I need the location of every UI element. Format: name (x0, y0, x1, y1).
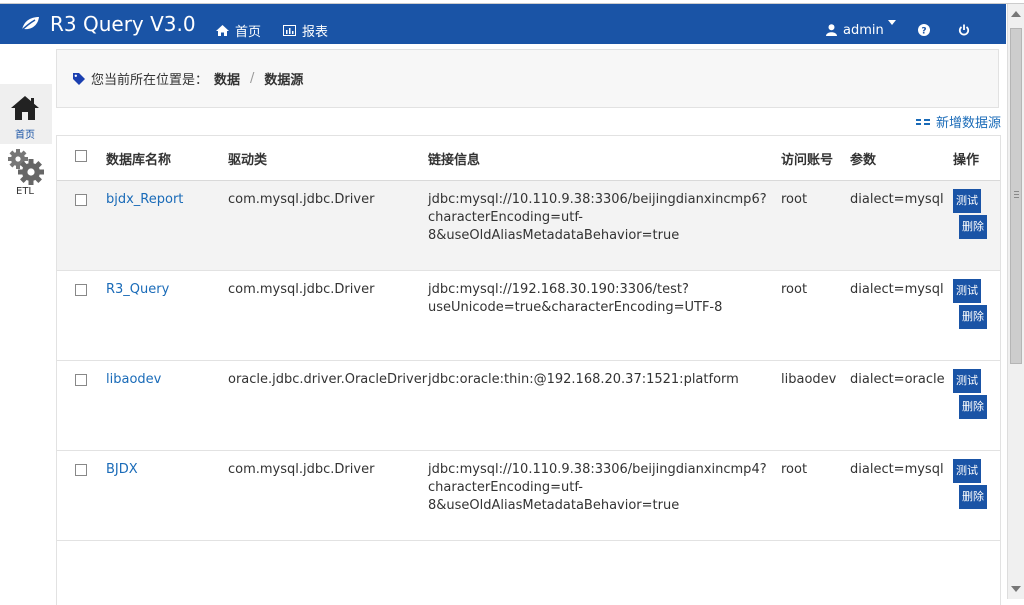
table-row: bjdx_Report com.mysql.jdbc.Driver jdbc:m… (57, 180, 1000, 271)
col-header-url: 链接信息 (428, 136, 781, 181)
sidebar-item-etl[interactable]: ETL (0, 148, 50, 208)
url-cell: jdbc:mysql://10.110.9.38:3306/beijingdia… (428, 450, 781, 541)
row-checkbox[interactable] (75, 464, 87, 476)
list-icon (915, 118, 930, 125)
url-cell: jdbc:mysql://10.110.9.38:3306/beijingdia… (428, 180, 781, 271)
scroll-up-arrow-icon[interactable] (1011, 11, 1021, 17)
col-header-driver: 驱动类 (228, 136, 428, 181)
table-row: BJDX com.mysql.jdbc.Driver jdbc:mysql://… (57, 450, 1000, 541)
delete-button[interactable]: 删除 (959, 305, 987, 329)
breadcrumb-level-data[interactable]: 数据 (214, 69, 240, 88)
table-row: libaodev oracle.jdbc.driver.OracleDriver… (57, 360, 1000, 451)
delete-button[interactable]: 删除 (959, 485, 987, 509)
account-cell: root (781, 270, 850, 361)
nav-report[interactable]: 报表 (283, 10, 328, 50)
sidebar-item-label: 首页 (15, 130, 35, 141)
user-icon (826, 24, 837, 36)
params-cell: dialect=oracle (850, 360, 953, 451)
col-header-actions: 操作 (953, 136, 1000, 181)
chart-icon (283, 24, 296, 36)
delete-button[interactable]: 删除 (959, 395, 987, 419)
col-header-account: 访问账号 (781, 136, 850, 181)
url-line: useUnicode=true&characterEncoding=UTF-8 (428, 300, 723, 315)
row-checkbox[interactable] (75, 284, 87, 296)
test-button[interactable]: 测试 (953, 279, 981, 303)
url-cell: jdbc:oracle:thin:@192.168.20.37:1521:pla… (428, 360, 781, 451)
user-menu[interactable]: admin (826, 10, 884, 50)
sidebar-item-home[interactable]: 首页 (0, 84, 52, 144)
left-sidebar: 首页 ETL (0, 84, 52, 604)
select-all-checkbox[interactable] (75, 150, 87, 162)
help-button[interactable]: ? (918, 10, 930, 50)
table-row: R3_Query com.mysql.jdbc.Driver jdbc:mysq… (57, 270, 1000, 361)
scroll-down-arrow-icon[interactable] (1011, 586, 1021, 592)
help-icon: ? (918, 24, 930, 36)
leaf-icon (20, 17, 39, 32)
params-cell: dialect=mysql (850, 180, 953, 271)
gears-icon (8, 149, 44, 185)
nav-home-label: 首页 (235, 24, 262, 40)
url-line: jdbc:mysql://192.168.30.190:3306/test? (428, 282, 689, 297)
url-line: 8&useOldAliasMetadataBehavior=true (428, 498, 680, 513)
row-checkbox[interactable] (75, 194, 87, 206)
home-icon (216, 24, 229, 36)
add-datasource-label: 新增数据源 (935, 116, 1001, 131)
url-line: jdbc:mysql://10.110.9.38:3306/beijingdia… (428, 192, 767, 207)
page-scrollbar[interactable] (1007, 4, 1024, 599)
datasource-name-link[interactable]: R3_Query (106, 282, 169, 297)
params-cell: dialect=mysql (850, 270, 953, 361)
add-datasource-link[interactable]: 新增数据源 (915, 112, 1001, 131)
col-header-name: 数据库名称 (106, 136, 228, 181)
user-name: admin (843, 22, 884, 38)
datasource-table: 数据库名称 驱动类 链接信息 访问账号 参数 操作 bjdx_Report co… (56, 135, 1001, 605)
breadcrumb-level-datasource: 数据源 (264, 73, 304, 88)
tag-icon (73, 72, 85, 85)
url-cell: jdbc:mysql://192.168.30.190:3306/test? u… (428, 270, 781, 361)
table-header-row: 数据库名称 驱动类 链接信息 访问账号 参数 操作 (57, 136, 1000, 181)
driver-cell: com.mysql.jdbc.Driver (228, 450, 428, 541)
col-header-params: 参数 (850, 136, 953, 181)
breadcrumb-separator: / (250, 71, 255, 86)
driver-cell: oracle.jdbc.driver.OracleDriver (228, 360, 428, 451)
account-cell: root (781, 180, 850, 271)
url-line: jdbc:oracle:thin:@192.168.20.37:1521:pla… (428, 372, 739, 387)
top-navbar: R3 Query V3.0 首页 报表 admin ? (0, 4, 1006, 44)
test-button[interactable]: 测试 (953, 369, 981, 393)
test-button[interactable]: 测试 (953, 189, 981, 213)
datasource-name-link[interactable]: BJDX (106, 462, 138, 477)
url-line: characterEncoding=utf- (428, 480, 583, 495)
scroll-thumb[interactable] (1010, 28, 1022, 364)
grip-icon (1014, 191, 1019, 192)
driver-cell: com.mysql.jdbc.Driver (228, 180, 428, 271)
driver-cell: com.mysql.jdbc.Driver (228, 270, 428, 361)
brand[interactable]: R3 Query V3.0 (20, 4, 196, 44)
delete-button[interactable]: 删除 (959, 215, 987, 239)
app-title: R3 Query V3.0 (50, 12, 196, 36)
params-cell: dialect=mysql (850, 450, 953, 541)
breadcrumb: 您当前所在位置是： 数据 / 数据源 (56, 49, 999, 108)
power-icon (958, 24, 970, 36)
home-icon (11, 96, 39, 120)
svg-text:?: ? (921, 27, 926, 37)
row-checkbox[interactable] (75, 374, 87, 386)
test-button[interactable]: 测试 (953, 459, 981, 483)
url-line: jdbc:mysql://10.110.9.38:3306/beijingdia… (428, 462, 767, 477)
account-cell: root (781, 450, 850, 541)
account-cell: libaodev (781, 360, 850, 451)
datasource-name-link[interactable]: bjdx_Report (106, 192, 183, 207)
url-line: characterEncoding=utf- (428, 210, 583, 225)
logout-button[interactable] (958, 10, 970, 50)
nav-report-label: 报表 (302, 24, 329, 40)
user-caret-icon[interactable] (888, 20, 896, 25)
datasource-name-link[interactable]: libaodev (106, 372, 161, 387)
breadcrumb-prefix: 您当前所在位置是： (91, 73, 209, 88)
url-line: 8&useOldAliasMetadataBehavior=true (428, 228, 680, 243)
nav-home[interactable]: 首页 (216, 10, 261, 50)
